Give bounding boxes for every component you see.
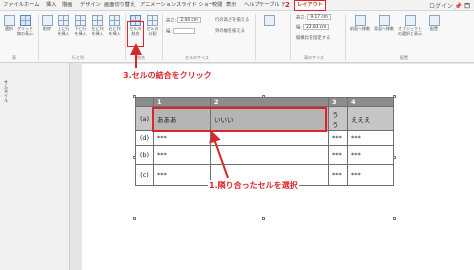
table-header-cell[interactable]: 1 xyxy=(153,97,211,107)
table-row: (b) *** *** *** xyxy=(135,145,394,165)
table-row: (d) *** *** *** xyxy=(135,130,394,146)
table-header-cell[interactable]: 2 xyxy=(210,97,329,107)
table-cell[interactable]: *** xyxy=(347,130,394,146)
table-header-cell[interactable] xyxy=(135,97,154,107)
table-cell[interactable]: えええ xyxy=(347,106,394,131)
row-label-cell[interactable]: (a) xyxy=(135,106,154,131)
resize-handle[interactable] xyxy=(393,156,396,159)
resize-handle[interactable] xyxy=(393,217,396,220)
table-cell[interactable]: *** xyxy=(328,145,348,165)
table-cell[interactable]: *** xyxy=(153,145,211,165)
step1-annotation: 1.隣り合ったセルを選択 xyxy=(208,180,299,191)
table-cell[interactable] xyxy=(210,130,329,146)
table-cell[interactable]: *** xyxy=(328,130,348,146)
row-label-cell[interactable]: (d) xyxy=(135,130,154,146)
table-cell[interactable] xyxy=(210,145,329,165)
resize-handle[interactable] xyxy=(262,217,265,220)
table-cell[interactable]: *** xyxy=(328,164,348,186)
table-cell[interactable]: *** xyxy=(153,130,211,146)
table-header-row: 1 2 3 4 xyxy=(135,97,394,107)
selected-cells-highlight xyxy=(152,107,327,132)
row-label-cell[interactable]: (c) xyxy=(135,164,154,186)
resize-handle[interactable] xyxy=(393,95,396,98)
resize-handle[interactable] xyxy=(133,217,136,220)
table-cell[interactable]: うう xyxy=(328,106,348,131)
row-label-cell[interactable]: (b) xyxy=(135,145,154,165)
resize-handle[interactable] xyxy=(262,95,265,98)
table-header-cell[interactable]: 4 xyxy=(347,97,394,107)
table-cell[interactable]: *** xyxy=(347,164,394,186)
resize-handle[interactable] xyxy=(133,95,136,98)
table-cell[interactable]: *** xyxy=(153,164,211,186)
table-header-cell[interactable]: 3 xyxy=(328,97,348,107)
resize-handle[interactable] xyxy=(133,156,136,159)
table-cell[interactable]: *** xyxy=(347,145,394,165)
